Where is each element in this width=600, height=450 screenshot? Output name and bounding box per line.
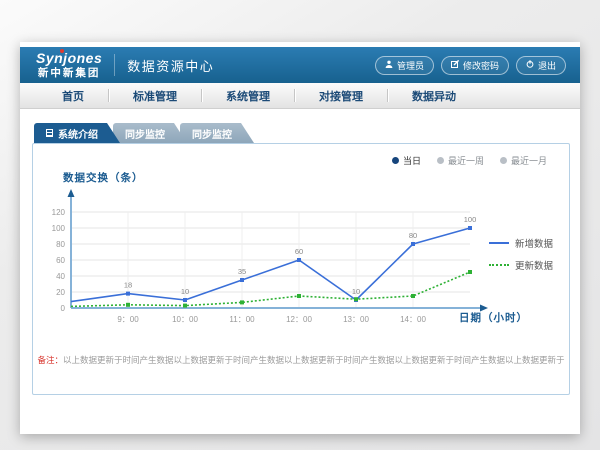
header-divider — [114, 54, 115, 76]
svg-text:0: 0 — [61, 304, 66, 313]
nav-item-interface-mgmt[interactable]: 对接管理 — [295, 83, 387, 108]
svg-text:13：00: 13：00 — [343, 315, 369, 324]
svg-text:18: 18 — [124, 281, 132, 290]
nav-item-data-change[interactable]: 数据异动 — [388, 83, 480, 108]
radio-today[interactable]: 当日 — [392, 154, 421, 167]
tab-sync-monitor-2[interactable]: 同步监控 — [180, 123, 254, 143]
logout-label: 退出 — [538, 59, 556, 72]
main-nav: 首页 标准管理 系统管理 对接管理 数据异动 — [20, 83, 580, 109]
svg-text:20: 20 — [56, 288, 65, 297]
radio-today-label: 当日 — [403, 154, 421, 167]
logo-text: Synjones — [36, 51, 102, 65]
svg-text:60: 60 — [56, 256, 65, 265]
logout-button[interactable]: 退出 — [516, 56, 566, 75]
note-label: 备注： — [37, 355, 63, 365]
svg-text:120: 120 — [52, 208, 66, 217]
note-text: 以上数据更新于时间产生数据以上数据更新于时间产生数据以上数据更新于时间产生数据以… — [63, 355, 565, 365]
document-icon — [46, 129, 53, 137]
logo-subtitle: 新中新集团 — [36, 68, 102, 79]
power-icon — [526, 60, 534, 70]
svg-text:10: 10 — [181, 287, 189, 296]
chart-panel: 当日 最近一周 最近一月 数据交换（条） 0 20 40 60 80 100 120 9：00… — [32, 143, 570, 395]
legend-label-updated-data: 更新数据 — [515, 258, 553, 272]
svg-text:60: 60 — [295, 247, 303, 256]
radio-last-week[interactable]: 最近一周 — [437, 154, 484, 167]
legend-line-solid — [489, 242, 509, 244]
app-window: Synjones 新中新集团 数据资源中心 管理员 修改密码 — [20, 42, 580, 434]
radio-dot — [437, 157, 444, 164]
radio-dot — [392, 157, 399, 164]
y-axis-title: 数据交换（条） — [63, 170, 144, 185]
header-actions: 管理员 修改密码 退出 — [375, 56, 566, 75]
edit-icon — [451, 60, 459, 70]
svg-text:80: 80 — [56, 240, 65, 249]
svg-text:40: 40 — [56, 272, 65, 281]
admin-user-button[interactable]: 管理员 — [375, 56, 434, 75]
legend-item-updated-data: 更新数据 — [489, 258, 553, 272]
legend-label-new-data: 新增数据 — [515, 236, 553, 250]
page-title: 数据资源中心 — [127, 56, 214, 75]
svg-text:9：00: 9：00 — [117, 315, 139, 324]
time-range-filters: 当日 最近一周 最近一月 — [392, 154, 547, 167]
radio-last-week-label: 最近一周 — [448, 154, 484, 167]
change-password-label: 修改密码 — [463, 59, 499, 72]
tab-sync-monitor-2-label: 同步监控 — [192, 126, 232, 141]
svg-text:35: 35 — [238, 267, 246, 276]
legend-line-dotted — [489, 264, 509, 266]
company-logo: Synjones 新中新集团 — [36, 51, 102, 79]
x-axis-title: 日期（小时） — [459, 310, 528, 325]
footer-note: 备注：以上数据更新于时间产生数据以上数据更新于时间产生数据以上数据更新于时间产生… — [33, 354, 569, 366]
legend-item-new-data: 新增数据 — [489, 236, 553, 250]
radio-last-month-label: 最近一月 — [511, 154, 547, 167]
admin-user-label: 管理员 — [397, 59, 424, 72]
nav-item-system-mgmt[interactable]: 系统管理 — [202, 83, 294, 108]
svg-text:80: 80 — [409, 231, 417, 240]
svg-text:10：00: 10：00 — [172, 315, 198, 324]
svg-text:11：00: 11：00 — [229, 315, 255, 324]
svg-text:10: 10 — [352, 287, 360, 296]
nav-item-home[interactable]: 首页 — [38, 83, 108, 108]
user-icon — [385, 60, 393, 70]
tab-bar: 系统介绍 同步监控 同步监控 — [34, 123, 570, 143]
line-chart: 0 20 40 60 80 100 120 9：00 10：00 11：00 12：00 13：00 1… — [41, 184, 493, 334]
change-password-button[interactable]: 修改密码 — [441, 56, 509, 75]
tab-sync-monitor-1-label: 同步监控 — [125, 126, 165, 141]
svg-text:14：00: 14：00 — [400, 315, 426, 324]
chart-legend: 新增数据 更新数据 — [489, 236, 553, 280]
tab-system-intro[interactable]: 系统介绍 — [34, 123, 120, 143]
svg-text:12：00: 12：00 — [286, 315, 312, 324]
tab-system-intro-label: 系统介绍 — [58, 126, 98, 141]
radio-last-month[interactable]: 最近一月 — [500, 154, 547, 167]
radio-dot — [500, 157, 507, 164]
svg-text:100: 100 — [464, 215, 477, 224]
content-area: 系统介绍 同步监控 同步监控 当日 最近一周 — [20, 109, 580, 395]
nav-item-standard-mgmt[interactable]: 标准管理 — [109, 83, 201, 108]
header-bar: Synjones 新中新集团 数据资源中心 管理员 修改密码 — [20, 47, 580, 83]
tab-sync-monitor-1[interactable]: 同步监控 — [113, 123, 187, 143]
svg-text:100: 100 — [52, 224, 66, 233]
